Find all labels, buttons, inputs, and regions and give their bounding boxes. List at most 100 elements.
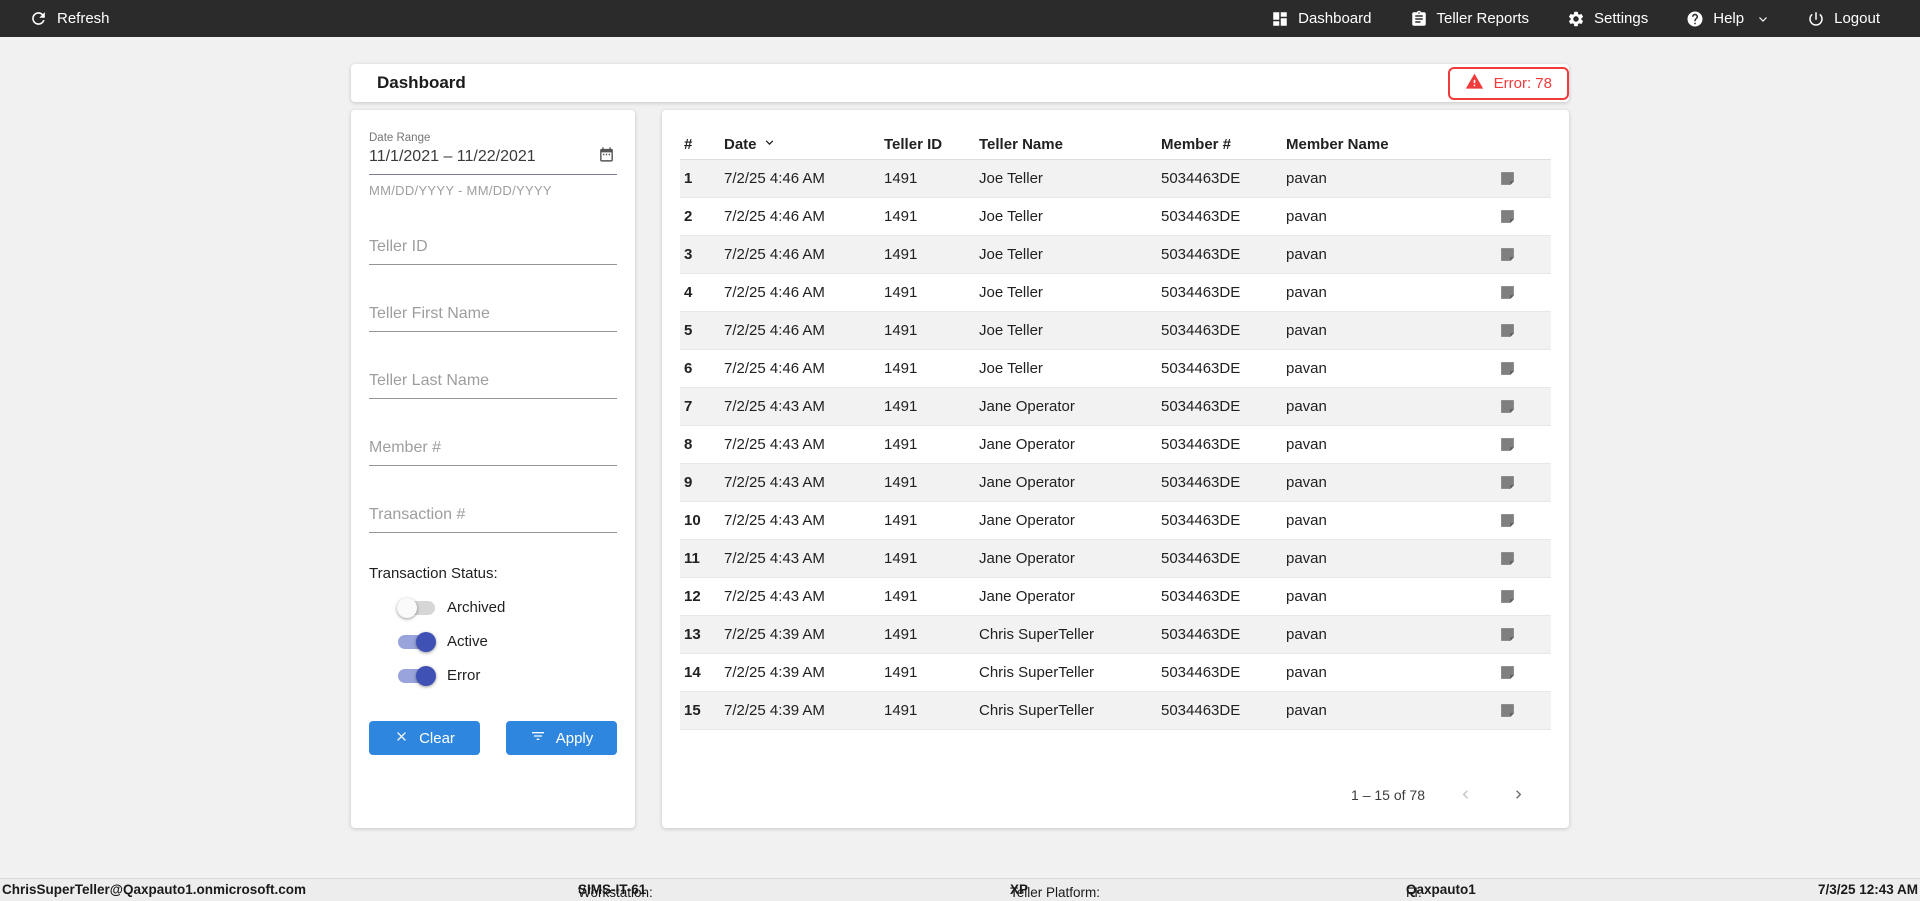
table-row[interactable]: 5 7/2/25 4:46 AM 1491 Joe Teller 5034463… [680,312,1551,350]
workstation-info: Workstation: SIMS-IT-61 [578,882,653,900]
note-icon[interactable] [1499,284,1516,301]
transaction-number-input[interactable] [369,502,617,533]
row-teller-name: Chris SuperTeller [979,664,1095,681]
nav-item-teller-reports[interactable]: Teller Reports [1410,10,1529,28]
table-row[interactable]: 6 7/2/25 4:46 AM 1491 Joe Teller 5034463… [680,350,1551,388]
row-teller-name: Joe Teller [979,360,1043,377]
nav-item-logout[interactable]: Logout [1807,10,1880,28]
row-member-name: pavan [1286,550,1327,567]
date-range-field[interactable]: Date Range 11/1/2021 – 11/22/2021 MM/DD/… [369,132,617,198]
note-icon[interactable] [1499,246,1516,263]
row-date: 7/2/25 4:43 AM [724,512,825,529]
date-range-hint: MM/DD/YYYY - MM/DD/YYYY [369,183,552,198]
row-member-number: 5034463DE [1161,664,1241,681]
row-number: 11 [684,550,700,567]
current-datetime: 7/3/25 12:43 AM [1817,882,1918,897]
table-row[interactable]: 13 7/2/25 4:39 AM 1491 Chris SuperTeller… [680,616,1551,654]
note-icon[interactable] [1499,664,1516,681]
teller-first-name-input[interactable] [369,301,617,332]
nav-item-help[interactable]: Help [1686,10,1769,28]
refresh-button[interactable]: Refresh [29,9,110,28]
table-row[interactable]: 15 7/2/25 4:39 AM 1491 Chris SuperTeller… [680,692,1551,730]
nav-item-settings[interactable]: Settings [1567,10,1648,28]
note-icon[interactable] [1499,436,1516,453]
teller-last-name-input[interactable] [369,368,617,399]
calendar-icon[interactable] [598,146,615,168]
col-header-member-name: Member Name [1286,136,1389,153]
note-icon[interactable] [1499,550,1516,567]
transaction-status-label: Transaction Status: [369,565,498,582]
table-row[interactable]: 3 7/2/25 4:46 AM 1491 Joe Teller 5034463… [680,236,1551,274]
table-row[interactable]: 9 7/2/25 4:43 AM 1491 Jane Operator 5034… [680,464,1551,502]
apply-button-label: Apply [555,729,594,747]
note-icon[interactable] [1499,322,1516,339]
note-icon[interactable] [1499,208,1516,225]
note-icon[interactable] [1499,170,1516,187]
row-number: 2 [684,208,693,225]
error-badge[interactable]: Error: 78 [1447,66,1569,100]
row-teller-id: 1491 [884,550,918,567]
note-icon[interactable] [1499,512,1516,529]
dashboard-icon [1271,10,1289,28]
row-member-number: 5034463DE [1161,284,1241,301]
toggle-error[interactable]: Error [398,665,617,686]
note-icon[interactable] [1499,474,1516,491]
row-member-number: 5034463DE [1161,550,1241,567]
table-row[interactable]: 10 7/2/25 4:43 AM 1491 Jane Operator 503… [680,502,1551,540]
row-teller-name: Jane Operator [979,436,1075,453]
row-date: 7/2/25 4:46 AM [724,170,825,187]
member-number-input[interactable] [369,435,617,466]
toggle-switch[interactable] [398,665,436,686]
next-page-button[interactable] [1506,782,1531,807]
col-header-date[interactable]: Date [720,135,880,154]
table-row[interactable]: 1 7/2/25 4:46 AM 1491 Joe Teller 5034463… [680,160,1551,198]
toggle-switch[interactable] [398,631,436,652]
row-number: 4 [684,284,693,301]
toggle-archived[interactable]: Archived [397,597,617,618]
note-icon[interactable] [1499,588,1516,605]
row-number: 7 [684,398,693,415]
nav-label-help: Help [1713,10,1745,27]
logout-power-icon [1807,10,1825,28]
row-date: 7/2/25 4:39 AM [724,626,825,643]
row-date: 7/2/25 4:46 AM [724,360,825,377]
note-icon[interactable] [1499,702,1516,719]
toggle-switch[interactable] [397,597,435,618]
col-header-member-number: Member # [1161,136,1232,153]
close-icon [394,729,409,748]
row-teller-name: Jane Operator [979,550,1075,567]
row-date: 7/2/25 4:39 AM [724,702,825,719]
table-row[interactable]: 14 7/2/25 4:39 AM 1491 Chris SuperTeller… [680,654,1551,692]
teller-id-input[interactable] [369,234,617,265]
note-icon[interactable] [1499,398,1516,415]
row-member-name: pavan [1286,474,1327,491]
row-teller-name: Jane Operator [979,588,1075,605]
row-member-name: pavan [1286,398,1327,415]
nav-item-dashboard[interactable]: Dashboard [1271,10,1372,28]
clear-button[interactable]: Clear [369,721,480,755]
row-date: 7/2/25 4:46 AM [724,322,825,339]
table-row[interactable]: 7 7/2/25 4:43 AM 1491 Jane Operator 5034… [680,388,1551,426]
table-row[interactable]: 2 7/2/25 4:46 AM 1491 Joe Teller 5034463… [680,198,1551,236]
row-teller-name: Joe Teller [979,246,1043,263]
settings-icon [1567,10,1585,28]
note-icon[interactable] [1499,626,1516,643]
toggle-active[interactable]: Active [398,631,617,652]
row-date: 7/2/25 4:46 AM [724,246,825,263]
row-member-number: 5034463DE [1161,246,1241,263]
apply-button[interactable]: Apply [506,721,617,755]
table-row[interactable]: 11 7/2/25 4:43 AM 1491 Jane Operator 503… [680,540,1551,578]
row-number: 5 [684,322,693,339]
note-icon[interactable] [1499,360,1516,377]
row-date: 7/2/25 4:39 AM [724,664,825,681]
row-date: 7/2/25 4:43 AM [724,436,825,453]
row-teller-name: Joe Teller [979,208,1043,225]
row-teller-id: 1491 [884,512,918,529]
row-teller-name: Joe Teller [979,322,1043,339]
table-row[interactable]: 12 7/2/25 4:43 AM 1491 Jane Operator 503… [680,578,1551,616]
table-row[interactable]: 8 7/2/25 4:43 AM 1491 Jane Operator 5034… [680,426,1551,464]
row-member-number: 5034463DE [1161,398,1241,415]
table-row[interactable]: 4 7/2/25 4:46 AM 1491 Joe Teller 5034463… [680,274,1551,312]
previous-page-button[interactable] [1453,782,1478,807]
row-teller-id: 1491 [884,702,918,719]
